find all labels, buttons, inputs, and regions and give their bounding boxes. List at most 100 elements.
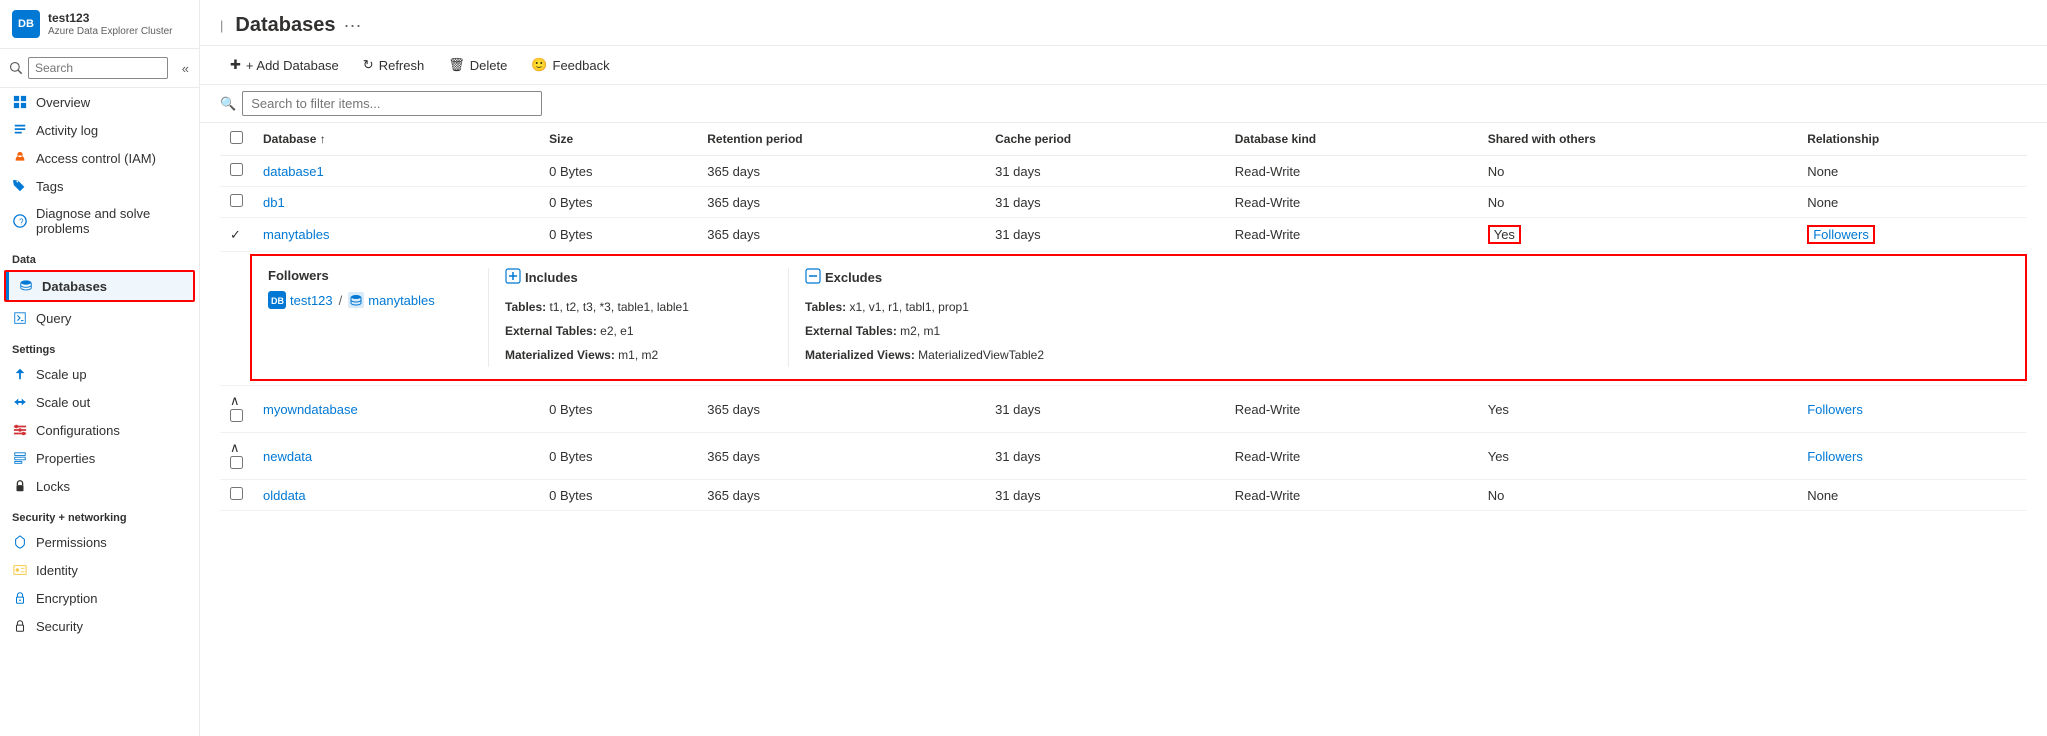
cluster-name[interactable]: test123 [290,293,333,308]
sidebar-item-scale-up[interactable]: Scale up [0,360,199,388]
filter-input[interactable] [242,91,542,116]
excludes-tables: Tables: x1, v1, r1, tabl1, prop1 [805,295,1088,319]
col-checkbox [220,123,253,156]
configurations-icon [12,422,28,438]
table-header-row: Database ↑ Size Retention period Cache p… [220,123,2027,156]
scale-out-icon [12,394,28,410]
includes-external: External Tables: e2, e1 [505,319,788,343]
col-cache: Cache period [985,123,1225,156]
feedback-button[interactable]: 🙂 Feedback [521,52,619,78]
delete-button[interactable]: 🗑 Delete [438,52,517,78]
relationship-followers[interactable]: Followers [1807,402,1863,417]
sidebar-item-permissions[interactable]: Permissions [0,528,199,556]
refresh-icon: ↻ [363,57,374,73]
search-icon [10,62,22,74]
app-subtitle: Azure Data Explorer Cluster [48,26,173,37]
sidebar-item-scale-out[interactable]: Scale out [0,388,199,416]
section-security: Security + networking [0,500,199,528]
sidebar-header: DB test123 Azure Data Explorer Cluster [0,0,199,49]
database-link[interactable]: myowndatabase [263,402,358,417]
row-checkbox[interactable] [230,409,243,422]
search-input[interactable] [28,57,168,79]
identity-icon [12,562,28,578]
followers-col-title: Followers [268,268,488,283]
sidebar-item-encryption[interactable]: Encryption [0,584,199,612]
sidebar-item-overview[interactable]: Overview [0,88,199,116]
add-database-button[interactable]: ✚ + Add Database [220,52,349,78]
row-checkbox[interactable] [230,163,243,176]
database-link[interactable]: db1 [263,195,285,210]
table-row: db1 0 Bytes 365 days 31 days Read-Write … [220,187,2027,218]
collapse-icon[interactable]: « [182,61,189,76]
sidebar-item-properties[interactable]: Properties [0,444,199,472]
excludes-icon [805,268,821,287]
query-icon [12,310,28,326]
refresh-button[interactable]: ↻ Refresh [353,52,434,78]
activity-log-icon [12,122,28,138]
col-retention: Retention period [697,123,985,156]
sidebar-item-security[interactable]: Security [0,612,199,640]
sidebar-item-configurations[interactable]: Configurations [0,416,199,444]
database-link[interactable]: newdata [263,449,312,464]
table-body: database1 0 Bytes 365 days 31 days Read-… [220,156,2027,511]
relationship-followers-highlighted[interactable]: Followers [1807,225,1875,244]
sidebar: DB test123 Azure Data Explorer Cluster «… [0,0,200,736]
table-row: olddata 0 Bytes 365 days 31 days Read-Wr… [220,480,2027,511]
toolbar: ✚ + Add Database ↻ Refresh 🗑 Delete 🙂 Fe… [200,46,2047,85]
sidebar-item-query[interactable]: Query [0,304,199,332]
sidebar-search-area[interactable]: « [0,49,199,88]
followers-path: DB test123 / [268,291,488,309]
sidebar-nav: Overview Activity log Access control (IA… [0,88,199,736]
database-link[interactable]: olddata [263,488,306,503]
db-name[interactable]: manytables [368,293,434,308]
sidebar-item-tags[interactable]: Tags [0,172,199,200]
table-row: ∧ myowndatabase 0 Bytes 365 days 31 days… [220,386,2027,433]
database-link[interactable]: manytables [263,227,329,242]
sidebar-item-diagnose[interactable]: ? Diagnose and solve problems [0,200,199,242]
databases-table: Database ↑ Size Retention period Cache p… [220,123,2027,511]
section-settings: Settings [0,332,199,360]
row-checkbox[interactable] [230,456,243,469]
excludes-col-title: Excludes [805,268,1088,287]
collapse-arrow[interactable]: ∧ [230,440,240,455]
databases-icon [18,278,34,294]
col-size: Size [539,123,697,156]
includes-col: Includes Tables: t1, t2, t3, *3, table1,… [488,268,788,367]
col-shared: Shared with others [1478,123,1797,156]
sidebar-item-identity[interactable]: Identity [0,556,199,584]
includes-tables: Tables: t1, t2, t3, *3, table1, lable1 [505,295,788,319]
main-content: | Databases ··· ✚ + Add Database ↻ Refre… [200,0,2047,736]
shared-value-highlighted: Yes [1488,225,1521,244]
add-icon: ✚ [230,57,241,73]
followers-col: Followers DB test123 / [268,268,488,367]
sidebar-item-locks[interactable]: Locks [0,472,199,500]
overview-icon [12,94,28,110]
col-kind: Database kind [1225,123,1478,156]
collapse-arrow[interactable]: ∧ [230,393,240,408]
sidebar-item-databases[interactable]: Databases [6,272,193,300]
table-row: ✓ manytables 0 Bytes 365 days 31 days Re… [220,218,2027,252]
col-database[interactable]: Database ↑ [253,123,539,156]
more-options-button[interactable]: ··· [343,15,361,36]
relationship-followers[interactable]: Followers [1807,449,1863,464]
permissions-icon [12,534,28,550]
section-data: Data [0,242,199,270]
locks-icon [12,478,28,494]
select-all-checkbox[interactable] [230,131,243,144]
sidebar-item-iam[interactable]: Access control (IAM) [0,144,199,172]
properties-icon [12,450,28,466]
database-link[interactable]: database1 [263,164,324,179]
page-title: Databases [235,14,335,37]
sidebar-item-activity-log[interactable]: Activity log [0,116,199,144]
followers-expanded-row: Followers DB test123 / [220,252,2027,386]
row-checkbox[interactable] [230,487,243,500]
page-header: | Databases ··· [200,0,2047,46]
encryption-icon [12,590,28,606]
row-checkbox[interactable] [230,194,243,207]
db-table-icon [348,292,364,309]
col-relationship: Relationship [1797,123,2027,156]
includes-icon [505,268,521,287]
table-row: database1 0 Bytes 365 days 31 days Read-… [220,156,2027,187]
row-expand-arrow[interactable]: ✓ [230,227,241,242]
cluster-icon: DB [268,291,286,309]
